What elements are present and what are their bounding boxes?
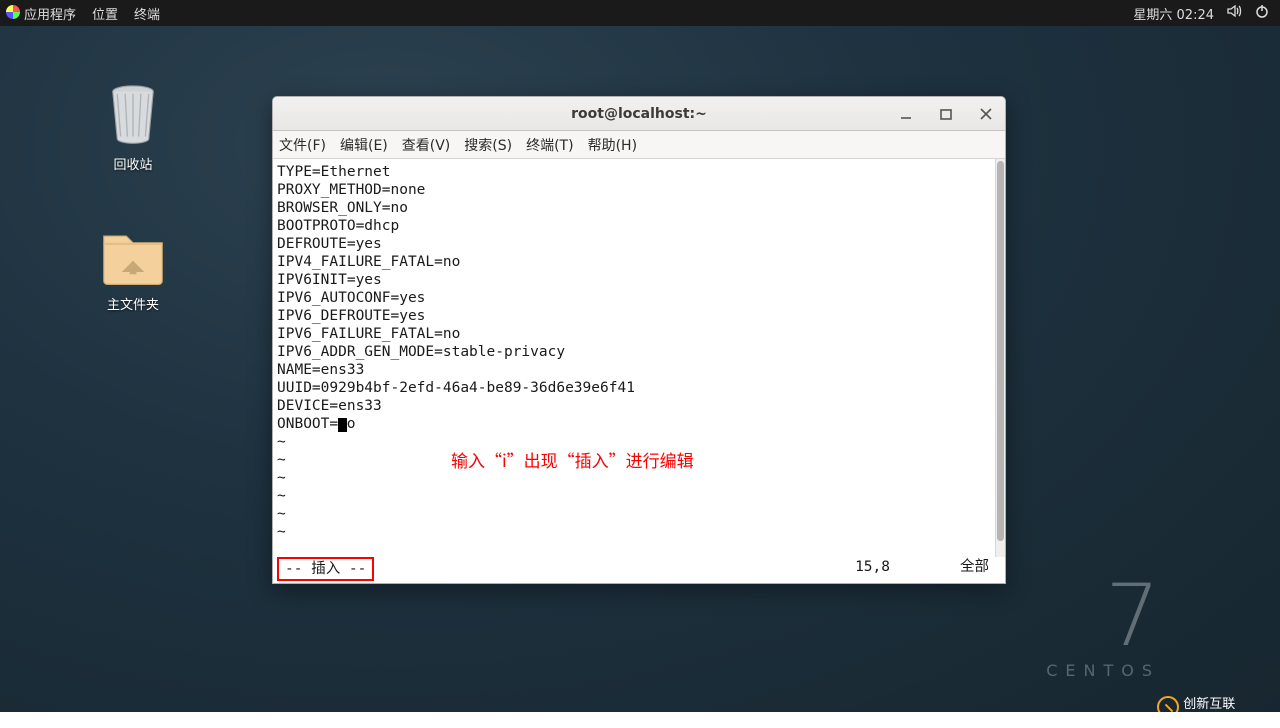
terminal-window: root@localhost:~ 文件(F) 编辑(E) 查看(V) 搜索(S)…	[272, 96, 1006, 584]
power-icon[interactable]	[1254, 3, 1270, 23]
terminal-body[interactable]: TYPE=Ethernet PROXY_METHOD=none BROWSER_…	[273, 159, 1005, 557]
window-title: root@localhost:~	[571, 106, 707, 122]
top-panel: 应用程序 位置 终端 星期六 02:24	[0, 0, 1280, 26]
close-button[interactable]	[973, 104, 999, 124]
desktop-trash[interactable]: 回收站	[88, 78, 178, 173]
maximize-button[interactable]	[933, 104, 959, 124]
volume-icon[interactable]	[1226, 3, 1242, 23]
menu-help[interactable]: 帮助(H)	[588, 135, 637, 155]
vim-statusline: -- 插入 -- 15,8 全部	[273, 557, 1005, 583]
home-label: 主文件夹	[88, 294, 178, 313]
vim-scope: 全部	[960, 557, 989, 581]
bottom-strip	[0, 712, 1280, 728]
centos-watermark: 7 CENTOS	[1046, 582, 1160, 680]
terminal-menubar: 文件(F) 编辑(E) 查看(V) 搜索(S) 终端(T) 帮助(H)	[273, 131, 1005, 159]
clock[interactable]: 星期六 02:24	[1133, 4, 1214, 23]
apps-menu[interactable]: 应用程序	[6, 4, 76, 23]
trash-icon	[97, 78, 169, 150]
scrollbar-thumb[interactable]	[997, 161, 1004, 541]
menu-file[interactable]: 文件(F)	[279, 135, 326, 155]
menu-terminal[interactable]: 终端(T)	[526, 135, 573, 155]
window-controls	[893, 97, 999, 130]
vim-mode: -- 插入 --	[277, 557, 374, 581]
window-titlebar[interactable]: root@localhost:~	[273, 97, 1005, 131]
menu-edit[interactable]: 编辑(E)	[340, 135, 388, 155]
folder-home-icon	[97, 218, 169, 290]
terminal-content[interactable]: TYPE=Ethernet PROXY_METHOD=none BROWSER_…	[275, 161, 1003, 557]
trash-label: 回收站	[88, 154, 178, 173]
gnome-logo-icon	[6, 5, 20, 19]
menu-search[interactable]: 搜索(S)	[464, 135, 512, 155]
annotation-text: 输入“i”出现“插入”进行编辑	[451, 447, 694, 472]
minimize-button[interactable]	[893, 104, 919, 124]
apps-label: 应用程序	[24, 8, 76, 23]
terminal-menu[interactable]: 终端	[134, 4, 160, 23]
places-menu[interactable]: 位置	[92, 4, 118, 23]
menu-view[interactable]: 查看(V)	[402, 135, 451, 155]
scrollbar[interactable]	[995, 159, 1005, 557]
desktop-home-folder[interactable]: 主文件夹	[88, 218, 178, 313]
centos-name: CENTOS	[1046, 661, 1160, 680]
cxhl-main: 创新互联	[1183, 697, 1235, 712]
panel-right: 星期六 02:24	[1133, 3, 1280, 23]
vim-cursor-pos: 15,8	[855, 557, 890, 581]
panel-left: 应用程序 位置 终端	[0, 4, 160, 23]
centos-version: 7	[1046, 582, 1160, 651]
